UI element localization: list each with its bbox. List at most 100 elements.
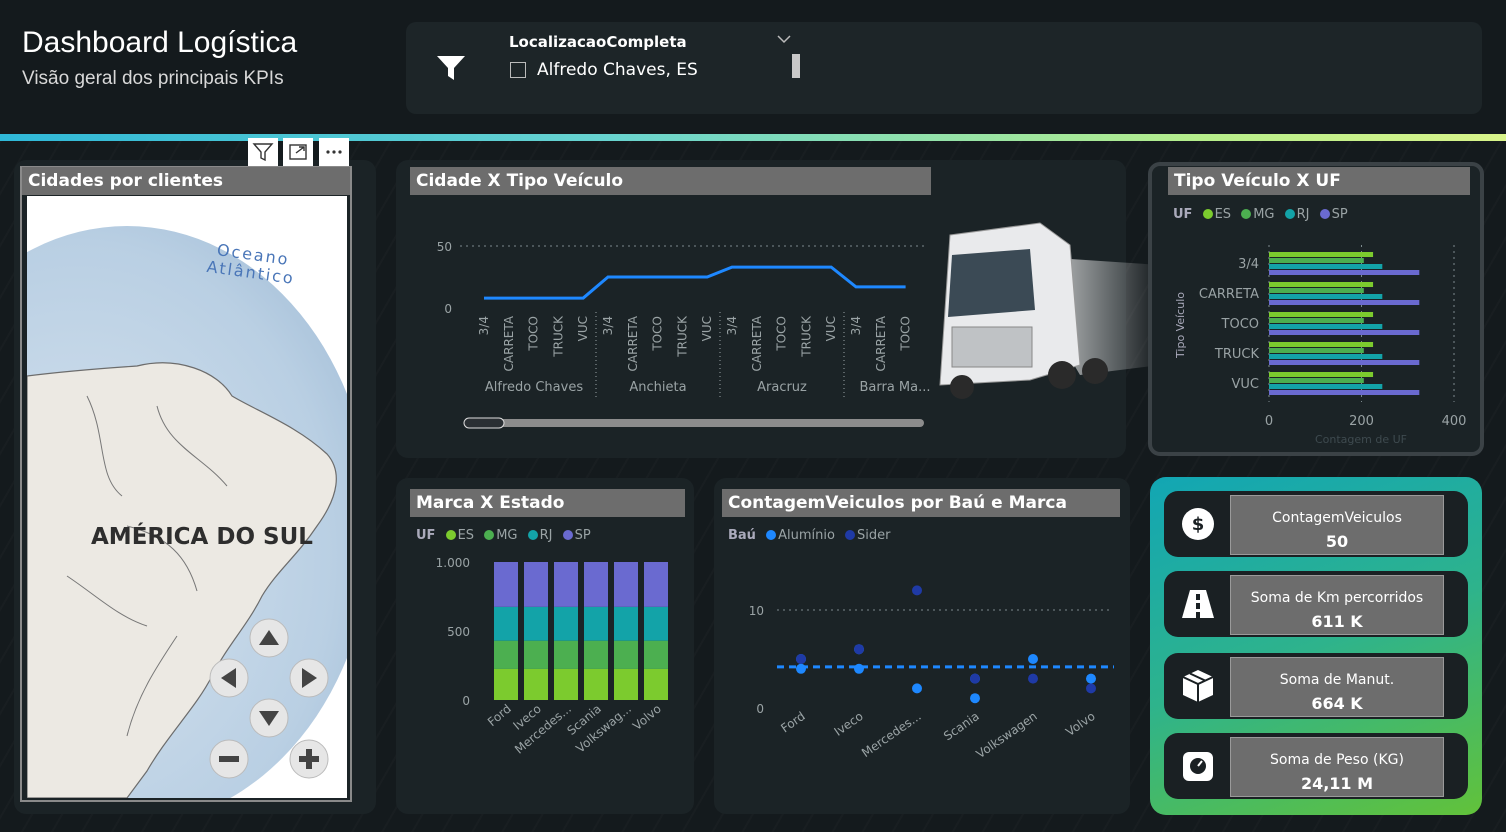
horizontal-scrollbar[interactable] (464, 419, 924, 427)
city-vehicle-title: Cidade X Tipo Veículo (410, 167, 931, 195)
bar (1269, 300, 1420, 305)
bar-segment (614, 606, 638, 641)
bar-segment (614, 668, 638, 700)
bar-segment (554, 668, 578, 700)
slicer-scrollbar[interactable] (792, 54, 800, 78)
kpi-card-vehicle-count: $ ContagemVeiculos 50 (1164, 491, 1468, 557)
brand-state-title: Marca X Estado (410, 489, 685, 517)
bar (1269, 252, 1374, 257)
brand-state-legend: UF ES MG RJ SP (416, 528, 591, 543)
bar (1269, 354, 1383, 359)
legend-item-sider[interactable]: Sider (839, 528, 891, 543)
x-tick-label: VUC (576, 316, 590, 341)
arrow-up-icon[interactable] (249, 618, 289, 658)
accent-gradient-line (0, 134, 1506, 141)
legend-item-rj[interactable]: RJ (522, 528, 553, 543)
arrow-down-icon[interactable] (249, 698, 289, 738)
chevron-down-icon[interactable] (776, 34, 792, 44)
map-canvas[interactable]: Oceano Atlântico AMÉRICA DO SUL (27, 196, 347, 798)
group-label: Barra Ma... (859, 380, 930, 395)
x-axis-title: Contagem de UF (1315, 433, 1407, 446)
x-tick-label: CARRETA (626, 315, 640, 371)
slicer-checkbox[interactable] (510, 62, 526, 78)
y-tick-label: 0 (462, 694, 470, 708)
kpi-box: Soma de Km percorridos 611 K (1230, 575, 1444, 635)
zoom-in-icon[interactable] (289, 739, 329, 779)
legend-item-rj[interactable]: RJ (1279, 207, 1310, 222)
bar (1269, 294, 1383, 299)
x-tick-label: Ford (778, 709, 807, 735)
legend-item-sp[interactable]: SP (557, 528, 591, 543)
truck-image (939, 222, 1160, 399)
bar-segment (584, 640, 608, 669)
filter-icon (437, 56, 465, 80)
legend-item-es[interactable]: ES (1197, 207, 1231, 222)
legend-item-aluminio[interactable]: Alumínio (760, 528, 835, 543)
bar-segment (644, 562, 668, 607)
bau-brand-title: ContagemVeiculos por Baú e Marca (722, 489, 1120, 517)
x-tick-label: TOCO (899, 316, 913, 352)
data-point (970, 693, 980, 704)
x-tick-label: CARRETA (874, 315, 888, 371)
legend-item-mg[interactable]: MG (478, 528, 517, 543)
focus-mode-button[interactable] (283, 138, 313, 166)
arrow-right-icon[interactable] (289, 658, 329, 698)
kpi-box: Soma de Manut. 664 K (1230, 657, 1444, 717)
kpi-card-weight: Soma de Peso (KG) 24,11 M (1164, 733, 1468, 799)
x-tick-label: TOCO (527, 316, 541, 352)
legend-item-mg[interactable]: MG (1235, 207, 1274, 222)
y-tick-label: VUC (1232, 377, 1260, 392)
bar-segment (524, 606, 548, 641)
weight-scale-icon (1183, 752, 1213, 781)
bar (1269, 282, 1374, 287)
bar-segment (614, 562, 638, 607)
slicer-field-label: LocalizacaoCompleta (509, 33, 687, 51)
city-vehicle-chart[interactable]: 50 0 3/4 CARRETA TOCO TRUCK VUC 3/4 CARRETA TOCO T… (410, 200, 930, 440)
kpi-panel: $ ContagemVeiculos 50 Soma de Km percorri… (1150, 477, 1482, 815)
bar (1269, 384, 1383, 389)
continent-label: AMÉRICA DO SUL (91, 524, 313, 550)
slicer-option-label[interactable]: Alfredo Chaves, ES (537, 60, 698, 80)
x-tick-label: CARRETA (502, 315, 516, 371)
bar-segment (494, 562, 518, 607)
location-slicer: LocalizacaoCompleta Alfredo Chaves, ES (406, 22, 1482, 114)
page-subtitle: Visão geral dos principais KPIs (22, 68, 284, 89)
data-point (912, 683, 922, 694)
arrow-left-icon[interactable] (209, 658, 249, 698)
data-point (796, 663, 806, 674)
bau-brand-chart[interactable]: 10 0 Ford IvecoMercedes... ScaniaVolkswagen V… (722, 550, 1122, 800)
x-tick-label: Scania (941, 709, 982, 743)
legend-item-es[interactable]: ES (440, 528, 474, 543)
road-icon (1182, 590, 1214, 618)
bar (1269, 390, 1420, 395)
zoom-out-icon[interactable] (209, 739, 249, 779)
kpi-box: Soma de Peso (KG) 24,11 M (1230, 737, 1444, 797)
bar-segment (494, 668, 518, 700)
data-point (1028, 654, 1038, 664)
series-line (484, 265, 906, 300)
y-tick-label: 0 (444, 302, 452, 316)
focus-mode-icon (289, 144, 307, 160)
x-tick-label: Volvo (1063, 709, 1098, 739)
kpi-label: Soma de Km percorridos (1250, 590, 1424, 606)
bar-segment (644, 640, 668, 669)
more-options-button[interactable] (319, 138, 349, 166)
filter-icon (252, 143, 274, 162)
vehicle-uf-title: Tipo Veículo X UF (1168, 167, 1470, 195)
x-tick-label: 0 (1265, 414, 1273, 429)
visual-filter-button[interactable] (248, 138, 278, 166)
kpi-card-km: Soma de Km percorridos 611 K (1164, 571, 1468, 637)
scrollbar-thumb[interactable] (463, 417, 505, 429)
vehicle-uf-chart[interactable]: 0 200 400 3/4 CARRETA TOCO TRUCK VUC Tipo Veícul… (1168, 230, 1478, 450)
bar (1269, 258, 1364, 263)
x-tick-label: Volkswagen (974, 709, 1040, 761)
x-tick-label: Ford (485, 702, 514, 730)
brand-state-chart[interactable]: 1.0005000FordIvecoMercedes...ScaniaVolks… (410, 550, 690, 800)
x-tick-label: Iveco (832, 709, 866, 739)
legend-item-sp[interactable]: SP (1314, 207, 1348, 222)
data-point (1086, 673, 1096, 684)
bar-segment (524, 640, 548, 669)
kpi-label: Soma de Manut. (1279, 672, 1395, 688)
x-tick-label: 3/4 (477, 316, 491, 335)
map-navigation-controls (209, 618, 329, 779)
